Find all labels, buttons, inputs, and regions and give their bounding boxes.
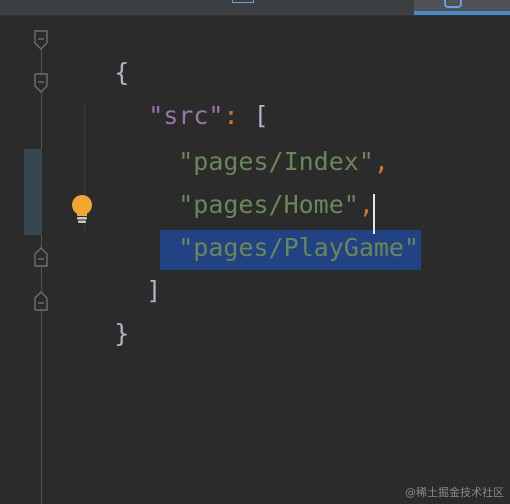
unfold-marker-icon[interactable] [33,247,49,267]
active-tab-indicator [414,11,510,15]
code-line-3[interactable]: "pages/Index", [118,111,389,176]
fold-marker-icon[interactable] [33,30,49,50]
code-line-1[interactable]: { [54,22,129,87]
file-tab-icon[interactable] [232,0,254,3]
watermark: @稀土掘金技术社区 [405,486,504,499]
comma: , [373,147,389,176]
active-editor-tab[interactable] [414,0,510,15]
code-line-4[interactable]: "pages/Home", [118,154,374,219]
json-file-icon [444,0,462,8]
code-line-7[interactable]: } [54,283,129,348]
code-editor[interactable]: { "src": [ "pages/Index", "pages/Home", … [0,0,510,504]
gutter-divider [41,46,42,504]
code-line-2[interactable]: "src": [ [88,65,268,130]
lightbulb-icon[interactable] [70,194,94,224]
selected-string-pages-playgame[interactable]: "pages/PlayGame" [160,230,422,270]
close-bracket: ] [146,276,162,305]
vcs-change-marker[interactable] [24,149,42,235]
editor-tab-bar [0,0,510,16]
unfold-marker-icon[interactable] [33,291,49,311]
code-line-6[interactable]: ] [86,240,161,305]
fold-marker-icon[interactable] [33,73,49,93]
text-caret [373,194,375,234]
close-brace: } [114,319,130,348]
